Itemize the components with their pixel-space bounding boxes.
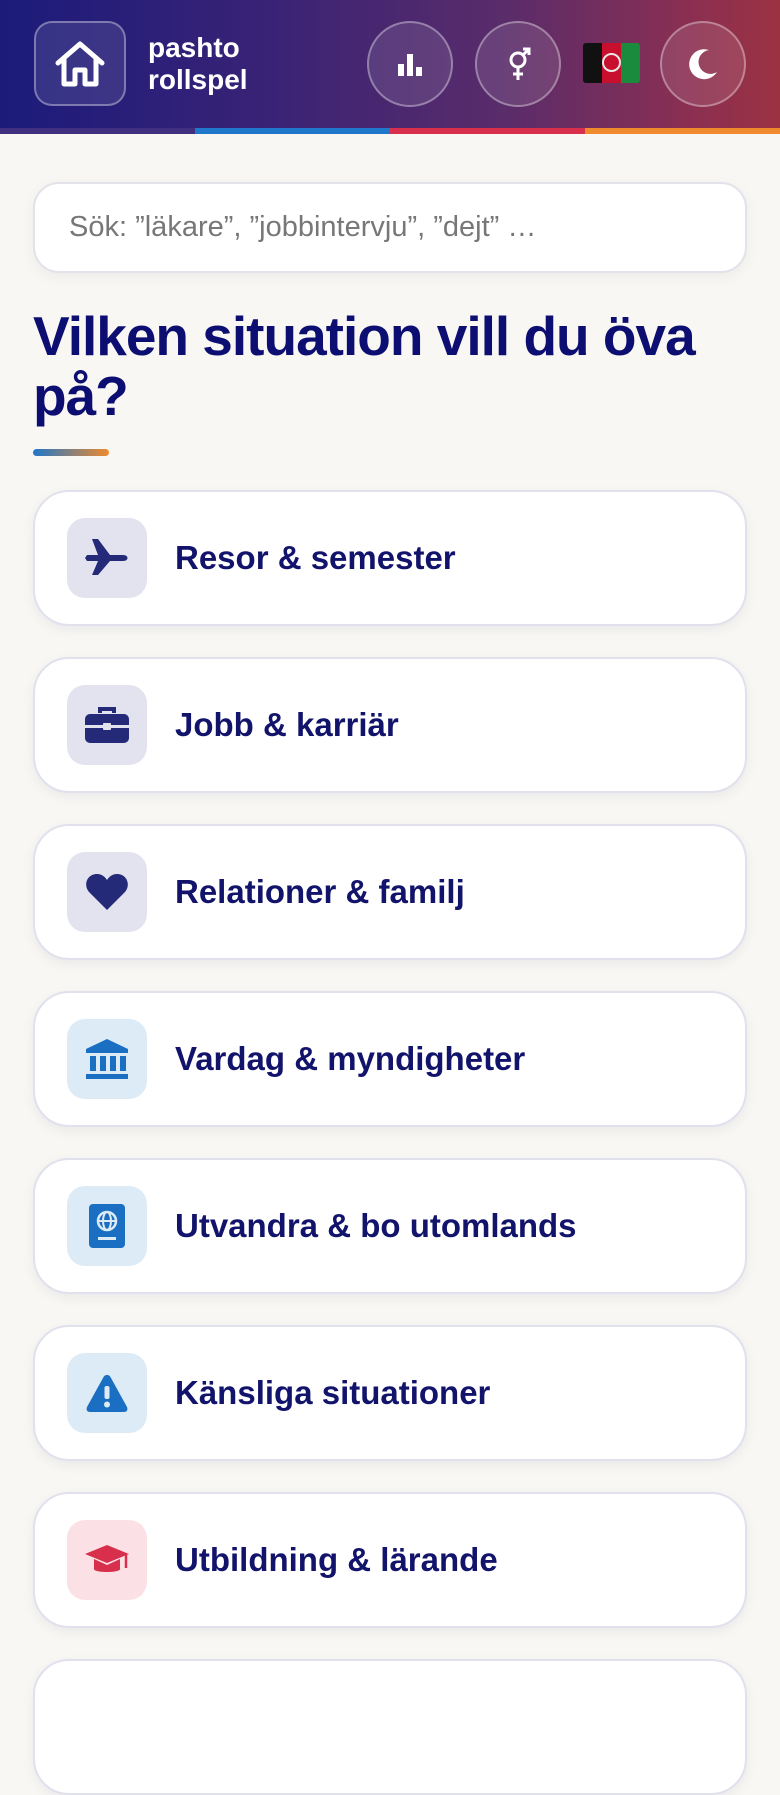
theme-toggle-button[interactable] — [660, 21, 746, 107]
category-icon-box — [67, 1186, 147, 1266]
category-card-relationships[interactable]: Relationer & familj — [33, 824, 747, 960]
category-card-travel[interactable]: Resor & semester — [33, 490, 747, 626]
briefcase-icon — [85, 707, 129, 743]
category-label: Utbildning & lärande — [175, 1541, 498, 1578]
brand-line-2: rollspel — [148, 64, 248, 95]
category-card-jobs[interactable]: Jobb & karriär — [33, 657, 747, 793]
home-button[interactable] — [34, 21, 126, 106]
category-label: Känsliga situationer — [175, 1374, 491, 1411]
header-color-stripe — [0, 128, 780, 134]
category-icon-box — [67, 1520, 147, 1600]
page-title: Vilken situation vill du öva på? — [33, 305, 696, 427]
search-field[interactable] — [33, 182, 747, 273]
brand-line-1: pashto — [148, 32, 240, 63]
category-card-partial[interactable] — [33, 1659, 747, 1795]
gender-button[interactable] — [475, 21, 561, 107]
title-underline — [33, 449, 109, 456]
graduation-cap-icon — [85, 1545, 129, 1572]
search-input[interactable] — [67, 210, 711, 245]
bar-chart-icon — [398, 54, 422, 76]
category-card-sensitive[interactable]: Känsliga situationer — [33, 1325, 747, 1461]
app-header: pashto rollspel — [0, 0, 780, 128]
home-icon — [55, 41, 105, 86]
category-card-everyday[interactable]: Vardag & myndigheter — [33, 991, 747, 1127]
category-label: Resor & semester — [175, 539, 456, 576]
afghanistan-flag-icon[interactable] — [583, 43, 640, 83]
airplane-icon — [85, 539, 128, 575]
gender-icon — [509, 47, 531, 80]
category-icon-box — [67, 852, 147, 932]
stats-button[interactable] — [367, 21, 453, 107]
category-card-emigrate[interactable]: Utvandra & bo utomlands — [33, 1158, 747, 1294]
passport-icon — [89, 1204, 125, 1248]
category-card-education[interactable]: Utbildning & lärande — [33, 1492, 747, 1628]
category-icon-box — [67, 1353, 147, 1433]
category-label: Relationer & familj — [175, 873, 465, 910]
warning-icon — [86, 1375, 128, 1412]
category-icon-box — [67, 685, 147, 765]
app-brand: pashto rollspel — [148, 32, 248, 96]
category-icon-box — [67, 1019, 147, 1099]
government-building-icon — [86, 1039, 128, 1079]
category-label: Vardag & myndigheter — [175, 1040, 526, 1077]
heart-icon — [86, 874, 128, 910]
moon-icon — [689, 49, 717, 80]
category-label: Utvandra & bo utomlands — [175, 1207, 577, 1244]
category-label: Jobb & karriär — [175, 706, 399, 743]
category-icon-box — [67, 518, 147, 598]
